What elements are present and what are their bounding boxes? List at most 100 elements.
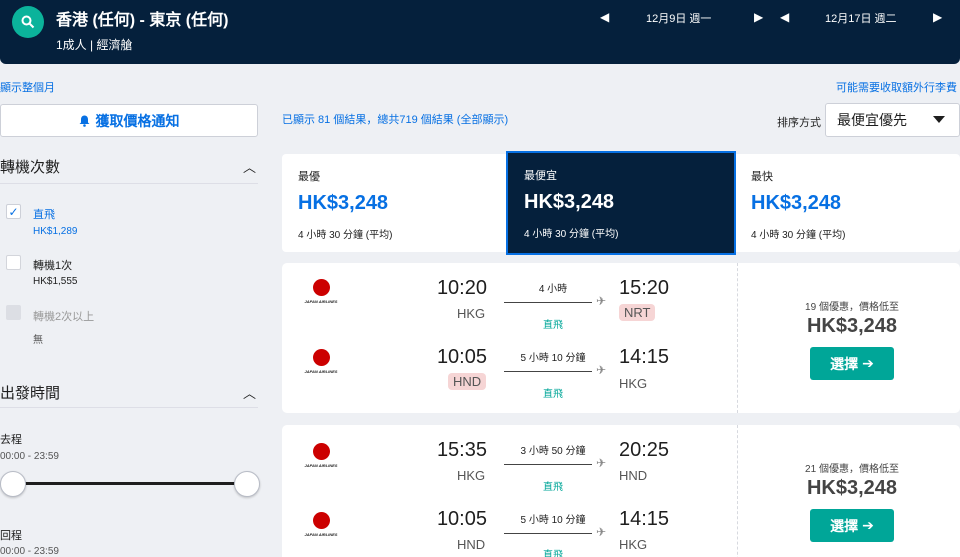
crane-logo-icon	[313, 279, 330, 296]
arrow-right-icon: ➔	[862, 517, 874, 533]
airline-logo: JAPAN AIRLINES	[296, 349, 346, 379]
tab-title: 最便宜	[524, 170, 557, 182]
chevron-up-icon[interactable]: ︿	[243, 383, 256, 402]
arrival-time: 20:25	[619, 439, 670, 461]
route-line	[504, 533, 592, 534]
airline-logo: JAPAN AIRLINES	[296, 279, 346, 309]
tab-duration: 4 小時 30 分鐘 (平均)	[751, 230, 846, 241]
bell-icon	[79, 115, 89, 127]
deals-count: 21 個優惠，價格低至	[805, 464, 899, 475]
result-count[interactable]: 已顯示 81 個結果，總共719 個結果 (全部顯示)	[282, 111, 508, 127]
divider	[0, 183, 258, 184]
return-label: 回程	[0, 530, 22, 542]
tab-price: HK$3,248	[751, 192, 842, 214]
tab-price: HK$3,248	[524, 191, 615, 213]
slider-end-handle[interactable]	[234, 471, 260, 497]
arrival-airport: HKG	[619, 376, 648, 391]
tab-cheapest[interactable]: 最便宜 HK$3,248 4 小時 30 分鐘 (平均)	[508, 153, 734, 253]
tab-title: 最快	[751, 171, 773, 183]
plane-icon: ✈	[596, 294, 607, 308]
price-alert-label: 獲取價格通知	[95, 112, 180, 129]
outbound-label: 去程	[0, 434, 22, 446]
tab-title: 最優	[298, 171, 320, 183]
route-line	[504, 302, 592, 303]
stops-label: 直飛	[543, 550, 563, 557]
deals-count: 19 個優惠，價格低至	[805, 302, 899, 313]
route-title[interactable]: 香港 (任何) - 東京 (任何)	[56, 6, 228, 30]
search-button[interactable]	[12, 6, 44, 38]
slider-start-handle[interactable]	[0, 471, 26, 497]
return-date[interactable]: 12月17日 週二	[825, 10, 897, 26]
price-alert-button[interactable]: 獲取價格通知	[0, 104, 258, 137]
one-stop-checkbox[interactable]	[6, 255, 21, 270]
direct-checkbox[interactable]: ✓	[6, 204, 21, 219]
summary-tabs: 最優 HK$3,248 4 小時 30 分鐘 (平均) 最便宜 HK$3,248…	[282, 153, 960, 253]
stops-label: 直飛	[543, 482, 563, 493]
flight-result-card[interactable]: JAPAN AIRLINES 10:20 HKG 4 小時 ✈ 直飛 15:20…	[282, 263, 960, 413]
outbound-time-slider[interactable]	[12, 482, 248, 485]
show-month-link[interactable]: 顯示整個月	[0, 79, 55, 95]
stops-option-two-plus: 轉機2次以上	[33, 311, 95, 323]
plane-icon: ✈	[596, 525, 607, 539]
departure-time: 10:05	[436, 508, 487, 530]
select-button[interactable]: 選擇 ➔	[810, 509, 894, 542]
arrow-right-icon: ➔	[862, 355, 874, 371]
stops-option-one[interactable]: 轉機1次	[33, 257, 72, 273]
divider	[737, 425, 738, 557]
checkmark-icon: ✓	[8, 204, 19, 219]
stops-filter-title: 轉機次數	[0, 159, 61, 176]
outbound-time-range: 00:00 - 23:59	[0, 451, 59, 462]
search-icon	[21, 15, 35, 29]
depart-next-arrow-icon[interactable]: ▶	[754, 10, 763, 24]
return-next-arrow-icon[interactable]: ▶	[933, 10, 942, 24]
airline-logo: JAPAN AIRLINES	[296, 512, 346, 542]
stops-option-direct[interactable]: 直飛	[33, 206, 55, 222]
sort-label: 排序方式	[777, 117, 821, 129]
route-line	[504, 371, 592, 372]
departure-time: 10:05	[436, 346, 487, 368]
divider	[737, 263, 738, 413]
flight-result-card[interactable]: JAPAN AIRLINES 15:35 HKG 3 小時 50 分鐘 ✈ 直飛…	[282, 425, 960, 557]
depart-prev-arrow-icon[interactable]: ◀	[600, 10, 609, 24]
select-button[interactable]: 選擇 ➔	[810, 347, 894, 380]
chevron-up-icon[interactable]: ︿	[243, 157, 256, 176]
flight-duration: 5 小時 10 分鐘	[520, 515, 586, 526]
sort-select[interactable]: 最便宜優先	[825, 103, 960, 137]
departure-time-title: 出發時間	[0, 385, 61, 402]
flight-duration: 4 小時	[538, 284, 568, 295]
card-price: HK$3,248	[806, 315, 898, 337]
baggage-fee-link[interactable]: 可能需要收取額外行李費	[836, 79, 957, 95]
tab-duration: 4 小時 30 分鐘 (平均)	[524, 229, 619, 240]
divider	[0, 407, 258, 408]
tab-price: HK$3,248	[298, 192, 389, 214]
route-line	[504, 464, 592, 465]
sort-value: 最便宜優先	[837, 112, 907, 128]
flight-duration: 3 小時 50 分鐘	[520, 446, 586, 457]
stops-label: 直飛	[543, 389, 563, 400]
stops-label: 直飛	[543, 320, 563, 331]
two-plus-stops-checkbox	[6, 305, 21, 320]
stops-option-two-plus-price: 無	[33, 335, 43, 346]
tab-fastest[interactable]: 最快 HK$3,248 4 小時 30 分鐘 (平均)	[735, 154, 960, 252]
flight-duration: 5 小時 10 分鐘	[520, 353, 586, 364]
card-price: HK$3,248	[806, 477, 898, 499]
return-time-range: 00:00 - 23:59	[0, 546, 59, 557]
departure-airport: HND	[448, 373, 487, 390]
tab-best[interactable]: 最優 HK$3,248 4 小時 30 分鐘 (平均)	[282, 154, 506, 252]
tab-duration: 4 小時 30 分鐘 (平均)	[298, 230, 393, 241]
departure-airport: HND	[457, 537, 486, 552]
plane-icon: ✈	[596, 456, 607, 470]
arrival-time: 15:20	[619, 277, 670, 299]
stops-option-direct-price: HK$1,289	[33, 226, 78, 237]
airline-logo: JAPAN AIRLINES	[296, 443, 346, 473]
arrival-time: 14:15	[619, 508, 670, 530]
depart-date[interactable]: 12月9日 週一	[646, 10, 711, 26]
arrival-time: 14:15	[619, 346, 670, 368]
arrival-airport: NRT	[619, 304, 656, 321]
passenger-class[interactable]: 1成人 | 經濟艙	[56, 36, 132, 53]
departure-airport: HKG	[457, 468, 486, 483]
return-prev-arrow-icon[interactable]: ◀	[780, 10, 789, 24]
departure-time: 10:20	[436, 277, 487, 299]
departure-airport: HKG	[457, 306, 486, 321]
crane-logo-icon	[313, 349, 330, 366]
